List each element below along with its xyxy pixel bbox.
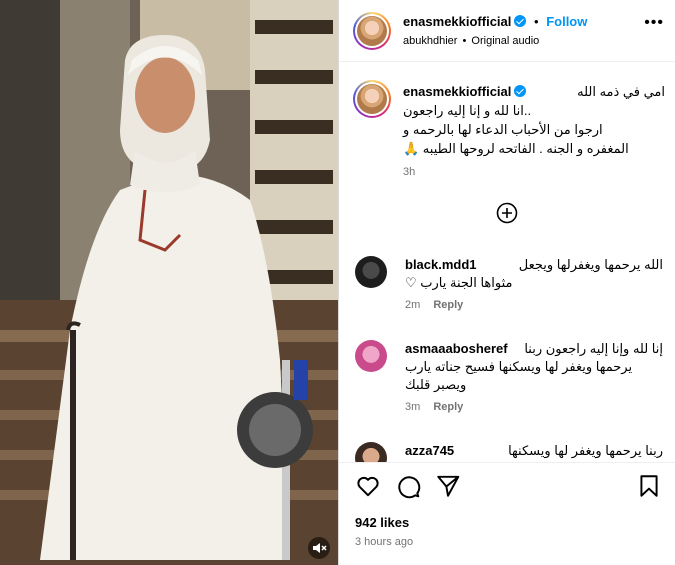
author-avatar[interactable]	[353, 12, 391, 50]
separator-dot: •	[534, 14, 539, 29]
audio-user-link[interactable]: abukhdhier	[403, 35, 457, 47]
likes-count[interactable]: 942 likes	[355, 515, 409, 530]
comment-meta: 3m Reply	[405, 398, 663, 416]
comment-body: azza745 ربنا يرحمها ويغفر لها ويسكنها	[405, 442, 663, 460]
verified-badge-icon	[514, 85, 527, 97]
comment-body: asmaaabosheref إنا لله وإنا إليه راجعون …	[405, 340, 663, 416]
caption-time: 3h	[403, 166, 416, 178]
commenter-avatar[interactable]	[355, 442, 387, 462]
comment-text-2: يرحمها ويغفر لها ويسكنها فسيح جناته يارب	[405, 359, 633, 374]
audio-separator: •	[462, 35, 467, 47]
comment-text-1: إنا لله وإنا إليه راجعون ربنا	[524, 341, 663, 356]
mute-icon[interactable]	[308, 537, 330, 559]
commenter-username[interactable]: azza745	[405, 442, 454, 460]
caption-avatar[interactable]	[353, 80, 391, 118]
audio-label-link[interactable]: Original audio	[471, 35, 539, 47]
comment-time: 2m	[405, 299, 421, 311]
comment-meta: 2m Reply	[405, 296, 663, 314]
like-heart-icon[interactable]	[355, 473, 381, 499]
comment-item: azza745 ربنا يرحمها ويغفر لها ويسكنها	[355, 442, 665, 462]
header-title-row: enasmekkiofficial • Follow	[403, 14, 587, 29]
commenter-username[interactable]: black.mdd1	[405, 256, 477, 274]
comment-item: black.mdd1 الله يرحمها ويغفرلها ويجعل مث…	[355, 256, 665, 326]
post-video[interactable]	[0, 0, 338, 565]
caption-line-4: المغفره و الجنه . الفاتحه لروحها الطيبه …	[403, 141, 629, 156]
save-bookmark-icon[interactable]	[636, 473, 662, 499]
caption-text: enasmekkiofficial امي في ذمه الله ..انا …	[403, 82, 665, 182]
comment-bubble-icon[interactable]	[395, 473, 421, 499]
commenter-username[interactable]: asmaaabosheref	[405, 340, 508, 358]
caption-line-2: ..انا لله و إنا إليه راجعون	[403, 103, 532, 118]
commenter-avatar[interactable]	[355, 256, 387, 288]
caption-line-1: امي في ذمه الله	[577, 84, 665, 99]
commenter-avatar[interactable]	[355, 340, 387, 372]
comment-body: black.mdd1 الله يرحمها ويغفرلها ويجعل مث…	[405, 256, 663, 314]
follow-button[interactable]: Follow	[546, 14, 587, 29]
video-frame	[0, 0, 338, 565]
verified-badge-icon	[514, 15, 527, 27]
post-header: enasmekkiofficial • Follow abukhdhier • …	[339, 0, 675, 62]
load-more-comments-icon[interactable]	[496, 202, 518, 224]
caption-line-3: ارجوا من الأحباب الدعاء لها بالرحمه و	[403, 122, 603, 137]
reply-button[interactable]: Reply	[433, 401, 463, 413]
comment-text-3: ويصبر قلبك	[405, 377, 467, 392]
audio-row: abukhdhier • Original audio	[403, 35, 539, 47]
comment-time: 3m	[405, 401, 421, 413]
action-bar: 942 likes 3 hours ago	[339, 462, 675, 565]
comment-item: asmaaabosheref إنا لله وإنا إليه راجعون …	[355, 340, 665, 430]
caption-username[interactable]: enasmekkiofficial	[403, 84, 511, 99]
reply-button[interactable]: Reply	[433, 299, 463, 311]
comment-text-1: ربنا يرحمها ويغفر لها ويسكنها	[508, 443, 663, 458]
post-panel: enasmekkiofficial • Follow abukhdhier • …	[338, 0, 675, 565]
comment-text-2: مثواها الجنة يارب ♡	[405, 275, 513, 290]
share-paper-plane-icon[interactable]	[435, 473, 461, 499]
author-username[interactable]: enasmekkiofficial	[403, 14, 511, 29]
post-timestamp[interactable]: 3 hours ago	[355, 536, 413, 548]
more-options-icon[interactable]: •••	[644, 14, 664, 32]
comment-text-1: الله يرحمها ويغفرلها ويجعل	[518, 257, 663, 272]
